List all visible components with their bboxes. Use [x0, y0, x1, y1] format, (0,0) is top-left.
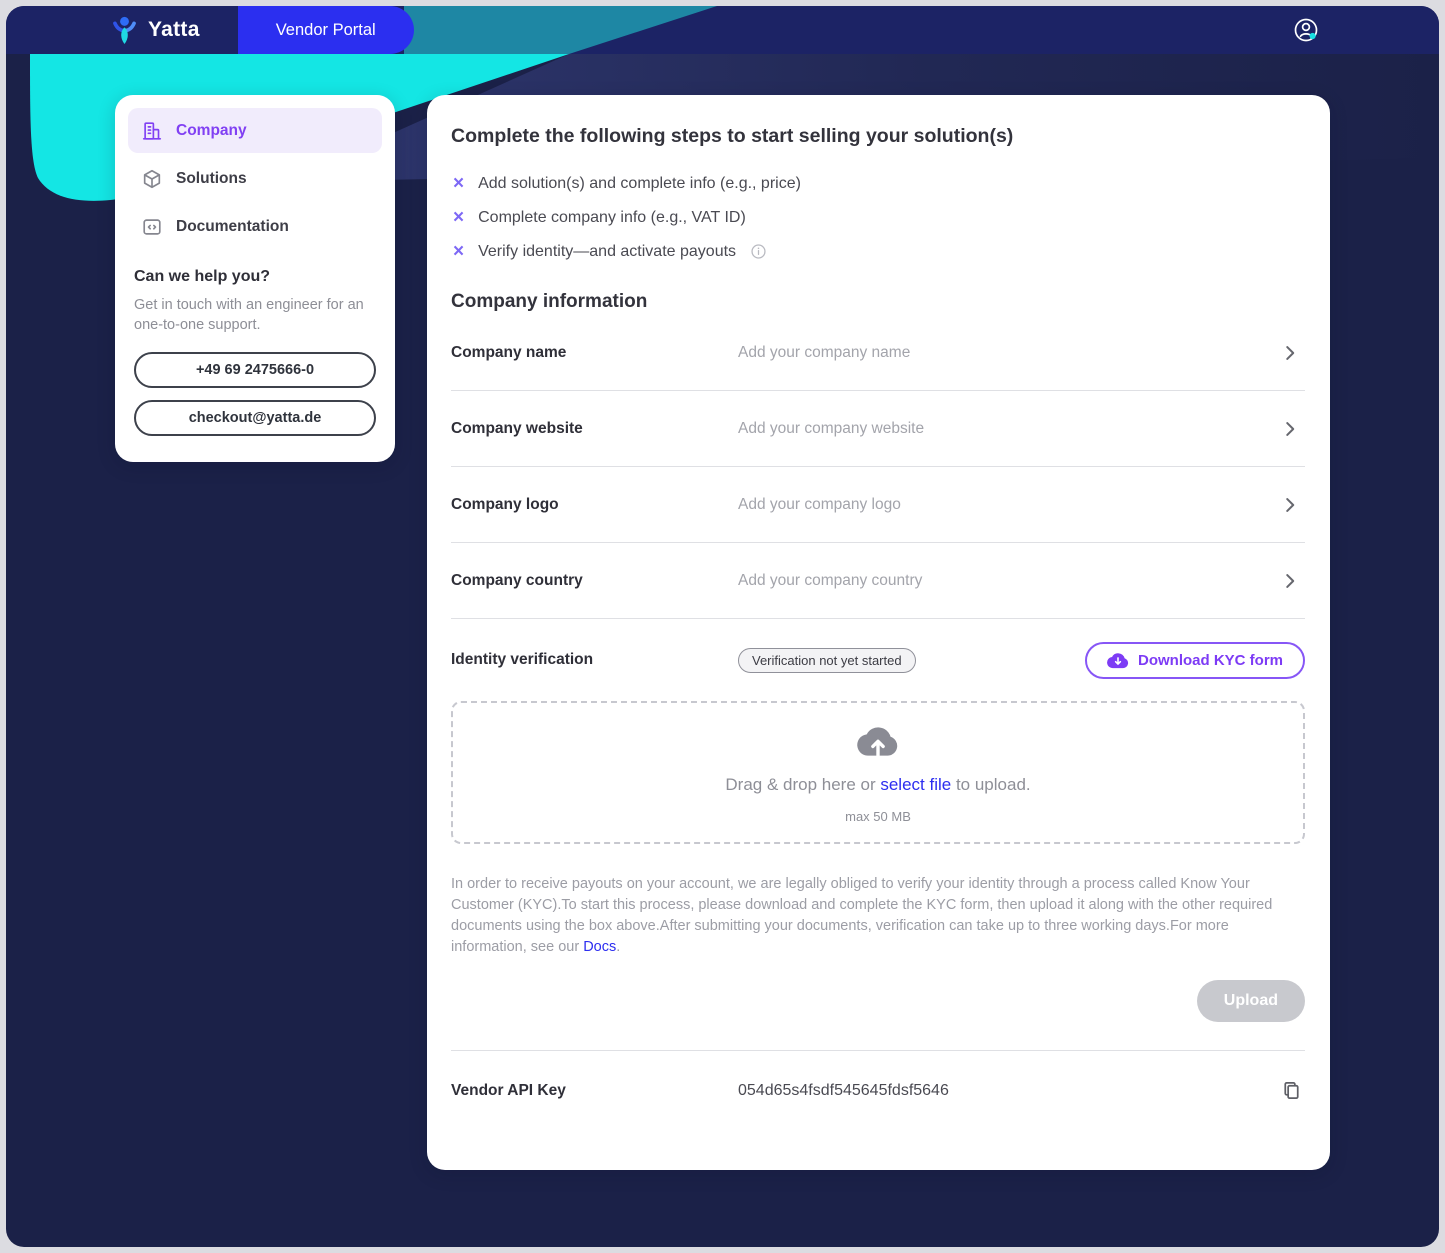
support-phone-button[interactable]: +49 69 2475666-0 [134, 352, 376, 388]
step-item: × Add solution(s) and complete info (e.g… [451, 174, 1305, 193]
sidebar-item-label: Company [176, 122, 247, 140]
app-window: Yatta Vendor Portal Company [6, 6, 1439, 1247]
field-placeholder: Add your company country [738, 572, 1279, 590]
download-kyc-button[interactable]: Download KYC form [1085, 642, 1305, 679]
api-key-label: Vendor API Key [451, 1082, 738, 1100]
identity-verification-row: Identity verification Verification not y… [451, 619, 1305, 701]
steps-title: Complete the following steps to start se… [451, 125, 1305, 148]
chevron-right-icon[interactable] [1279, 570, 1305, 592]
help-section: Can we help you? Get in touch with an en… [128, 252, 382, 436]
brand-logo[interactable]: Yatta [6, 15, 200, 46]
step-label: Verify identity—and activate payouts [478, 243, 736, 261]
file-dropzone[interactable]: Drag & drop here or select file to uploa… [451, 701, 1305, 844]
company-name-row[interactable]: Company name Add your company name [451, 315, 1305, 391]
field-placeholder: Add your company website [738, 420, 1279, 438]
dropzone-limit: max 50 MB [453, 809, 1303, 824]
company-logo-row[interactable]: Company logo Add your company logo [451, 467, 1305, 543]
chevron-right-icon[interactable] [1279, 494, 1305, 516]
upload-button[interactable]: Upload [1197, 980, 1305, 1022]
docs-link[interactable]: Docs [583, 939, 616, 955]
field-label: Company country [451, 572, 738, 590]
user-icon [1291, 15, 1321, 45]
documentation-icon [141, 216, 163, 238]
verification-status-badge: Verification not yet started [738, 648, 916, 673]
support-email-button[interactable]: checkout@yatta.de [134, 400, 376, 436]
sidebar-item-documentation[interactable]: Documentation [128, 204, 382, 249]
upload-row: Upload [451, 980, 1305, 1022]
cloud-download-icon [1107, 652, 1129, 669]
company-country-row[interactable]: Company country Add your company country [451, 543, 1305, 619]
x-marker-icon: × [453, 208, 464, 227]
brand-name: Yatta [148, 18, 200, 42]
sidebar-item-label: Solutions [176, 170, 247, 188]
content-area: Company Solutions Documentation [6, 6, 1439, 1170]
sidebar-item-company[interactable]: Company [128, 108, 382, 153]
chevron-right-icon[interactable] [1279, 342, 1305, 364]
step-item: × Complete company info (e.g., VAT ID) [451, 208, 1305, 227]
help-text: Get in touch with an engineer for an one… [134, 295, 376, 336]
sidebar-item-label: Documentation [176, 218, 289, 236]
company-icon [141, 120, 163, 142]
company-info-title: Company information [451, 291, 1305, 313]
top-bar: Yatta Vendor Portal [6, 6, 1439, 54]
sidebar: Company Solutions Documentation [115, 95, 395, 462]
step-item: × Verify identity—and activate payouts [451, 242, 1305, 261]
solutions-icon [141, 168, 163, 190]
x-marker-icon: × [453, 242, 464, 261]
field-placeholder: Add your company logo [738, 496, 1279, 514]
company-website-row[interactable]: Company website Add your company website [451, 391, 1305, 467]
x-marker-icon: × [453, 174, 464, 193]
brand-icon [111, 15, 138, 46]
kyc-note: In order to receive payouts on your acco… [451, 874, 1305, 958]
select-file-link[interactable]: select file [880, 775, 951, 794]
field-label: Identity verification [451, 651, 738, 669]
step-label: Add solution(s) and complete info (e.g.,… [478, 175, 801, 193]
field-label: Company name [451, 344, 738, 362]
copy-icon [1280, 1079, 1303, 1102]
account-menu-button[interactable] [1291, 15, 1321, 45]
help-title: Can we help you? [134, 268, 376, 286]
chevron-right-icon[interactable] [1279, 418, 1305, 440]
api-key-value: 054d65s4fsdf545645fdsf5646 [738, 1082, 1280, 1100]
dropzone-text: Drag & drop here or select file to uploa… [453, 775, 1303, 795]
field-label: Company logo [451, 496, 738, 514]
sidebar-item-solutions[interactable]: Solutions [128, 156, 382, 201]
field-placeholder: Add your company name [738, 344, 1279, 362]
cloud-upload-icon [857, 725, 899, 758]
info-icon[interactable] [750, 243, 767, 260]
vendor-portal-tab[interactable]: Vendor Portal [238, 6, 414, 54]
copy-api-key-button[interactable] [1280, 1079, 1305, 1102]
download-kyc-label: Download KYC form [1138, 652, 1283, 669]
step-label: Complete company info (e.g., VAT ID) [478, 209, 746, 227]
vendor-api-key-row: Vendor API Key 054d65s4fsdf545645fdsf564… [451, 1050, 1305, 1130]
main-panel: Complete the following steps to start se… [427, 95, 1330, 1170]
field-label: Company website [451, 420, 738, 438]
